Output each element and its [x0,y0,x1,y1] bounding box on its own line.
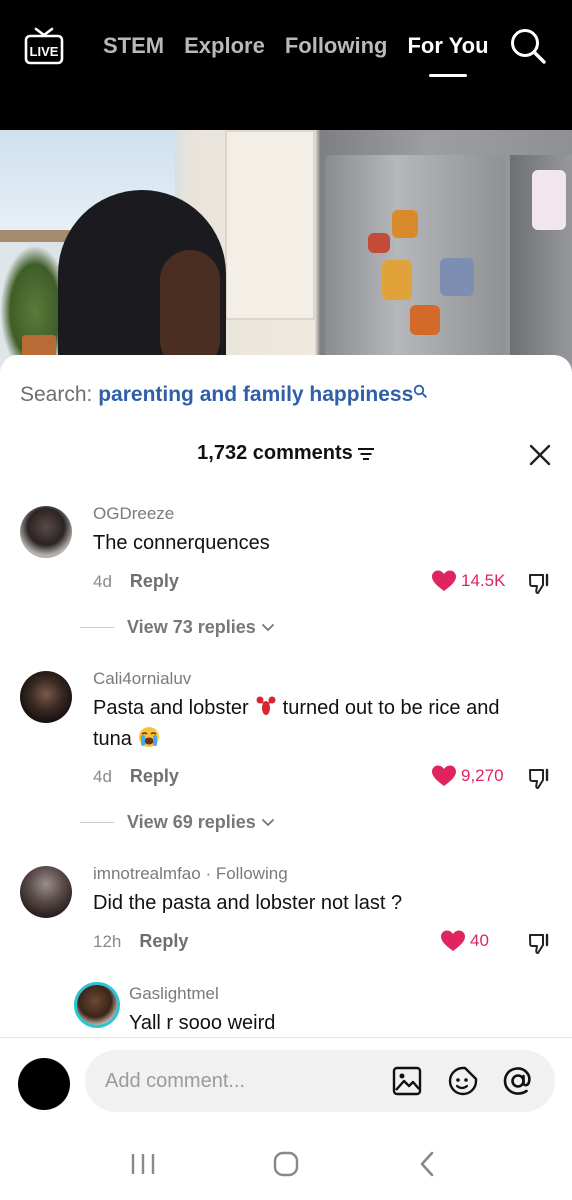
tab-for-you-label: For You [407,33,489,58]
avatar[interactable] [74,982,120,1028]
comment-input-pill [85,1050,555,1112]
image-icon[interactable] [391,1065,423,1097]
comment-username-row: imnotrealmfao · Following [93,864,288,884]
active-tab-indicator [429,74,468,77]
avatar[interactable] [20,506,72,558]
video-preview[interactable] [0,130,572,380]
view-replies-label: View 73 replies [127,617,256,637]
close-icon[interactable] [527,442,553,468]
heart-icon [441,930,465,951]
search-icon[interactable] [508,26,548,66]
comment-meta: 12h Reply [93,931,188,952]
reply-button[interactable]: Reply [139,931,188,951]
chevron-down-icon [261,623,274,631]
reply-text: Yall r sooo weird [129,1012,276,1034]
divider-line [80,822,114,823]
view-replies-button[interactable]: View 73 replies [80,617,274,638]
comment-age: 12h [93,932,122,951]
crying-face-emoji-icon [138,727,159,747]
fridge-magnet [532,170,566,230]
comment-age: 4d [93,767,112,786]
following-badge: · Following [205,864,288,883]
video-fridge [325,155,505,380]
comment-username[interactable]: OGDreeze [93,504,174,524]
tab-explore[interactable]: Explore [184,32,265,60]
fridge-magnet [368,233,390,253]
comment-text-part: Pasta and lobster [93,697,249,719]
reply-username[interactable]: Gaslightmel [129,984,219,1004]
comment-username[interactable]: imnotrealmfao [93,864,201,883]
fridge-magnet [382,260,412,300]
heart-icon [432,765,456,786]
search-prefix: Search: [20,383,93,406]
dislike-icon[interactable] [528,766,552,790]
live-icon[interactable]: LIVE [24,26,64,66]
like-button[interactable]: 9,270 [432,765,504,787]
comments-count: 1,732 comments [197,442,353,464]
top-nav-bar: LIVE STEM Explore Following For You [0,0,572,130]
avatar[interactable] [20,671,72,723]
home-icon[interactable] [271,1149,301,1179]
fridge-magnet [440,258,474,296]
like-button[interactable]: 14.5K [432,570,505,592]
like-button[interactable]: 40 [441,930,489,952]
feed-tabs: STEM Explore Following For You [103,32,489,77]
mention-icon[interactable] [502,1065,534,1097]
tab-for-you[interactable]: For You [407,32,489,77]
like-count: 9,270 [461,766,504,785]
tab-following[interactable]: Following [285,32,388,60]
comment-meta: 4d Reply [93,766,179,787]
comment-input-bar [0,1037,572,1129]
svg-text:LIVE: LIVE [30,44,59,59]
heart-icon [432,570,456,591]
avatar[interactable] [20,866,72,918]
divider-line [80,627,114,628]
fridge-magnet [392,210,418,238]
comment-username[interactable]: Cali4ornialuv [93,669,191,689]
emoji-sticker-icon[interactable] [447,1065,479,1097]
lobster-emoji-icon [256,696,276,715]
search-small-icon [414,384,428,398]
search-suggestion[interactable]: Search: parenting and family happiness [20,382,428,408]
sort-filter-icon[interactable] [357,447,375,461]
comments-sheet: Search: parenting and family happiness 1… [0,355,572,1200]
dislike-icon[interactable] [528,931,552,955]
comment-meta: 4d Reply [93,571,179,592]
dislike-icon[interactable] [528,571,552,595]
comments-count-header: 1,732 comments [0,442,572,465]
video-person-face [160,250,220,370]
add-comment-input[interactable] [105,1068,375,1094]
chevron-down-icon [261,818,274,826]
reply-button[interactable]: Reply [130,766,179,786]
like-count: 14.5K [461,571,506,590]
search-term-link[interactable]: parenting and family happiness [98,383,413,406]
comment-text: Did the pasta and lobster not last ? [93,892,403,914]
tab-stem[interactable]: STEM [103,32,164,60]
android-navigation-bar [0,1129,572,1200]
comment-text: Pasta and lobster turned out to be rice a… [93,693,543,755]
video-cabinet [225,130,315,320]
recent-apps-icon[interactable] [128,1149,158,1179]
view-replies-label: View 69 replies [127,812,256,832]
comment-text: The connerquences [93,532,270,554]
comment-age: 4d [93,572,112,591]
fridge-magnet [410,305,440,335]
like-count: 40 [470,931,489,950]
view-replies-button[interactable]: View 69 replies [80,812,274,833]
back-icon[interactable] [413,1149,443,1179]
reply-button[interactable]: Reply [130,571,179,591]
my-avatar[interactable] [18,1058,70,1110]
